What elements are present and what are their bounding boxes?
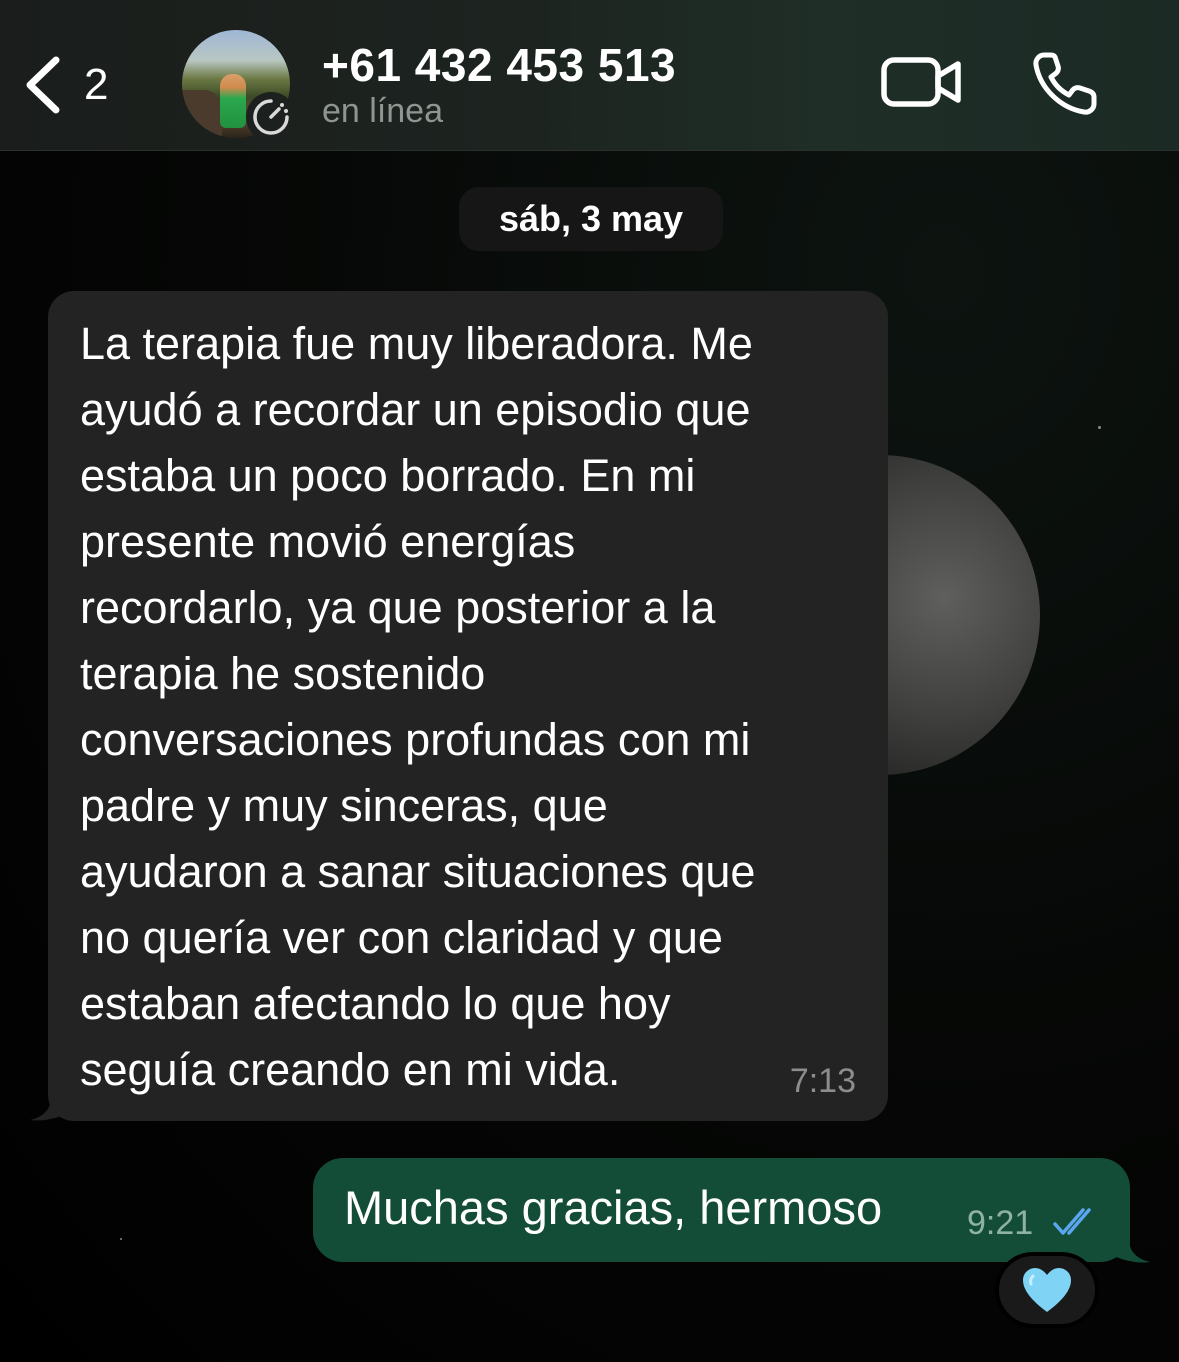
back-button[interactable]: 2 [22, 50, 108, 120]
contact-status: en línea [322, 92, 443, 130]
message-time: 9:21 [967, 1204, 1034, 1242]
phone-icon [1033, 52, 1097, 115]
message-time: 7:13 [789, 1062, 856, 1100]
light-blue-heart-icon [1023, 1268, 1071, 1312]
unread-count: 2 [84, 60, 109, 109]
message-reaction[interactable] [995, 1252, 1099, 1328]
message-text: Muchas gracias, hermoso [344, 1181, 883, 1234]
voice-call-button[interactable] [1030, 50, 1100, 116]
date-separator: sáb, 3 may [459, 187, 723, 251]
video-camera-icon [881, 57, 961, 107]
wallpaper-star [1098, 426, 1101, 429]
contact-name[interactable]: +61 432 453 513 [322, 38, 676, 92]
double-check-read-icon [1053, 1208, 1091, 1235]
status-badge[interactable] [246, 92, 296, 142]
message-text: La terapia fue muy liberadora. Me ayudó … [80, 318, 756, 1095]
wallpaper-star [120, 1238, 122, 1240]
status-ring-icon [253, 99, 289, 135]
chevron-left-icon [26, 56, 60, 114]
video-call-button[interactable] [880, 52, 964, 112]
incoming-message[interactable]: La terapia fue muy liberadora. Me ayudó … [48, 291, 888, 1121]
outgoing-message[interactable]: Muchas gracias, hermoso 9:21 [313, 1158, 1130, 1262]
chat-header: 2 +61 432 453 513 en línea [0, 0, 1179, 151]
